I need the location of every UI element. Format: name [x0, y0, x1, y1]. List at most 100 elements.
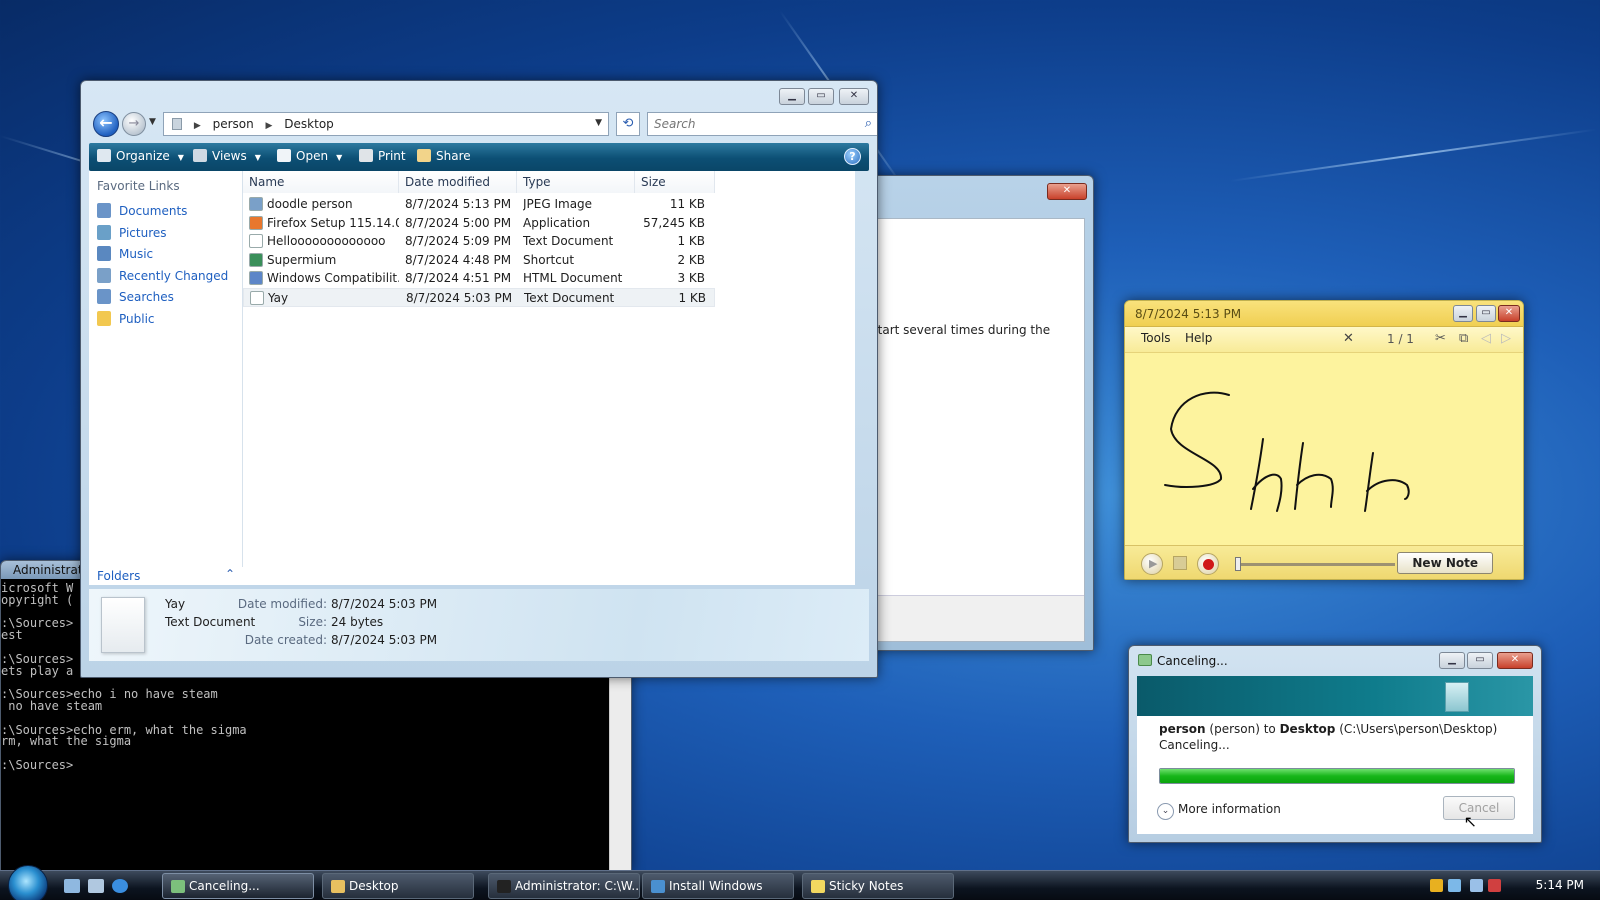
organize-button[interactable]: Organize ▼ [97, 149, 184, 163]
sticky-title-bar[interactable]: 8/7/2024 5:13 PM ▁ ▭ ✕ [1125, 301, 1523, 327]
maximize-button[interactable]: ▭ [1476, 305, 1496, 322]
file-row[interactable]: Windows Compatibilit... 8/7/2024 4:51 PM H… [243, 269, 715, 288]
history-dropdown-icon[interactable]: ▼ [149, 117, 156, 127]
menu-tools[interactable]: Tools [1141, 331, 1171, 345]
favorite-link[interactable]: Recently Changed [97, 267, 228, 283]
breadcrumb[interactable]: ▶ person ▶ Desktop [172, 117, 334, 131]
previous-note-icon[interactable]: ◁ [1481, 331, 1491, 346]
display-icon[interactable] [1470, 879, 1483, 892]
close-button[interactable]: ✕ [1047, 183, 1087, 200]
refresh-icon[interactable]: ⟲ [616, 112, 640, 136]
file-type: Text Document [523, 234, 614, 249]
taskbar-button[interactable]: Administrator: C:\W... [488, 873, 640, 899]
close-button[interactable]: ✕ [839, 88, 869, 105]
taskbar-button[interactable]: Sticky Notes [802, 873, 954, 899]
favorite-link[interactable]: Public [97, 310, 155, 326]
minimize-button[interactable]: ▁ [779, 88, 805, 105]
sticky-toolbar: Tools Help ✕ 1 / 1 ✂ ⧉ ◁ ▷ [1125, 327, 1523, 353]
column-header-type[interactable]: Type [517, 171, 635, 193]
record-icon[interactable] [1197, 553, 1219, 575]
console-scrollbar[interactable] [609, 659, 631, 871]
copy-icon[interactable]: ⧉ [1459, 331, 1468, 346]
taskbar-button[interactable]: Install Windows [642, 873, 794, 899]
file-row[interactable]: Hellooooooooooooo 8/7/2024 5:09 PM Text Do… [243, 232, 715, 251]
folder-icon [97, 310, 111, 326]
folders-toggle[interactable]: Folders ⌃ [89, 567, 243, 585]
close-button[interactable]: ✕ [1498, 305, 1520, 322]
address-dropdown-icon[interactable]: ▼ [595, 118, 602, 128]
help-icon[interactable]: ? [844, 148, 861, 165]
install-windows-window[interactable]: ✕ estart several times during the [860, 175, 1094, 651]
favorite-link[interactable]: Searches [97, 289, 174, 304]
print-button[interactable]: Print [359, 149, 406, 163]
file-row[interactable]: Yay 8/7/2024 5:03 PM Text Document 1 KB [243, 288, 715, 307]
file-list[interactable]: Name Date modified Type Size doodle pers… [243, 171, 855, 585]
favorite-link[interactable]: Music [97, 246, 153, 261]
stop-icon[interactable] [1173, 556, 1187, 570]
close-button[interactable]: ✕ [1497, 652, 1533, 669]
show-desktop-icon[interactable] [64, 879, 80, 893]
copy-description: person (person) to Desktop (C:\Users\per… [1159, 722, 1498, 736]
address-bar[interactable]: ▶ person ▶ Desktop ▼ [163, 112, 609, 136]
views-icon [193, 149, 207, 162]
search-input[interactable] [654, 114, 854, 134]
ink-drawing[interactable] [1125, 359, 1524, 549]
cut-icon[interactable]: ✂ [1435, 331, 1446, 346]
security-shield-icon[interactable] [1430, 879, 1443, 892]
forward-arrow-icon[interactable]: → [122, 112, 146, 136]
share-button[interactable]: Share [417, 149, 471, 163]
taskbar: Canceling... Desktop Administrator: C:\W..… [0, 865, 1600, 900]
minimize-button[interactable]: ▁ [1453, 305, 1473, 322]
sticky-note-window[interactable]: 8/7/2024 5:13 PM ▁ ▭ ✕ Tools Help ✕ 1 / … [1124, 300, 1524, 580]
search-box[interactable]: ⌕ [647, 112, 877, 136]
volume-muted-icon[interactable] [1488, 879, 1501, 892]
more-information-toggle[interactable]: ⌄ More information [1157, 802, 1281, 820]
maximize-button[interactable]: ▭ [1467, 652, 1493, 669]
maximize-button[interactable]: ▭ [808, 88, 834, 105]
start-button[interactable] [8, 865, 48, 900]
chevron-right-icon: ▶ [193, 121, 201, 131]
file-size: 1 KB [677, 234, 705, 249]
favorite-link[interactable]: Documents [97, 203, 187, 218]
next-note-icon[interactable]: ▷ [1501, 331, 1511, 346]
copy-progress-dialog[interactable]: Canceling... ▁ ▭ ✕ person (person) to De… [1128, 645, 1542, 843]
delete-note-icon[interactable]: ✕ [1343, 331, 1354, 346]
cancel-button[interactable]: Cancel [1443, 796, 1515, 820]
open-button[interactable]: Open ▼ [277, 149, 342, 163]
audio-position-slider[interactable] [1235, 557, 1395, 571]
chevron-right-icon: ▶ [265, 121, 273, 131]
breadcrumb-person[interactable]: person [213, 117, 254, 131]
file-row[interactable]: Firefox Setup 115.14.0esr 8/7/2024 5:00 P… [243, 214, 715, 233]
file-row[interactable]: doodle person 8/7/2024 5:13 PM JPEG Image 1… [243, 195, 715, 214]
switch-windows-icon[interactable] [88, 879, 104, 893]
navigation-pane: Favorite Links Documents Pictures Music Rec… [89, 171, 243, 585]
breadcrumb-desktop[interactable]: Desktop [284, 117, 334, 131]
favorite-link[interactable]: Pictures [97, 224, 167, 240]
network-icon[interactable] [1448, 879, 1461, 892]
search-icon[interactable]: ⌕ [865, 116, 872, 131]
taskbar-button[interactable]: Desktop [322, 873, 474, 899]
progress-fill [1160, 769, 1514, 783]
file-row[interactable]: Supermium 8/7/2024 4:48 PM Shortcut 2 KB [243, 251, 715, 270]
minimize-button[interactable]: ▁ [1439, 652, 1465, 669]
file-type: Text Document [524, 291, 615, 305]
address-row: ← → ▼ ▶ person ▶ Desktop ▼ ⟲ ⌕ [89, 109, 877, 139]
mouse-cursor-icon: ↖ [1463, 812, 1477, 831]
explorer-window[interactable]: ▁ ▭ ✕ ← → ▼ ▶ person ▶ Desktop ▼ ⟲ ⌕ Org… [80, 80, 878, 678]
column-header-name[interactable]: Name [243, 171, 399, 193]
file-type: Shortcut [523, 252, 575, 267]
column-header-date[interactable]: Date modified [399, 171, 517, 193]
slider-thumb[interactable] [1235, 557, 1241, 571]
internet-explorer-icon[interactable] [112, 879, 128, 893]
clock[interactable]: 5:14 PM [1536, 878, 1584, 892]
wallpaper-streak [1229, 128, 1597, 182]
taskbar-button[interactable]: Canceling... [162, 873, 314, 899]
column-header-size[interactable]: Size [635, 171, 715, 193]
ink-stroke [1366, 479, 1410, 500]
chevron-down-icon: ⌄ [1157, 803, 1174, 820]
views-button[interactable]: Views ▼ [193, 149, 261, 163]
back-arrow-icon[interactable]: ← [93, 111, 119, 137]
play-icon[interactable]: ▶ [1141, 553, 1163, 575]
menu-help[interactable]: Help [1185, 331, 1212, 345]
new-note-button[interactable]: New Note [1397, 552, 1493, 574]
